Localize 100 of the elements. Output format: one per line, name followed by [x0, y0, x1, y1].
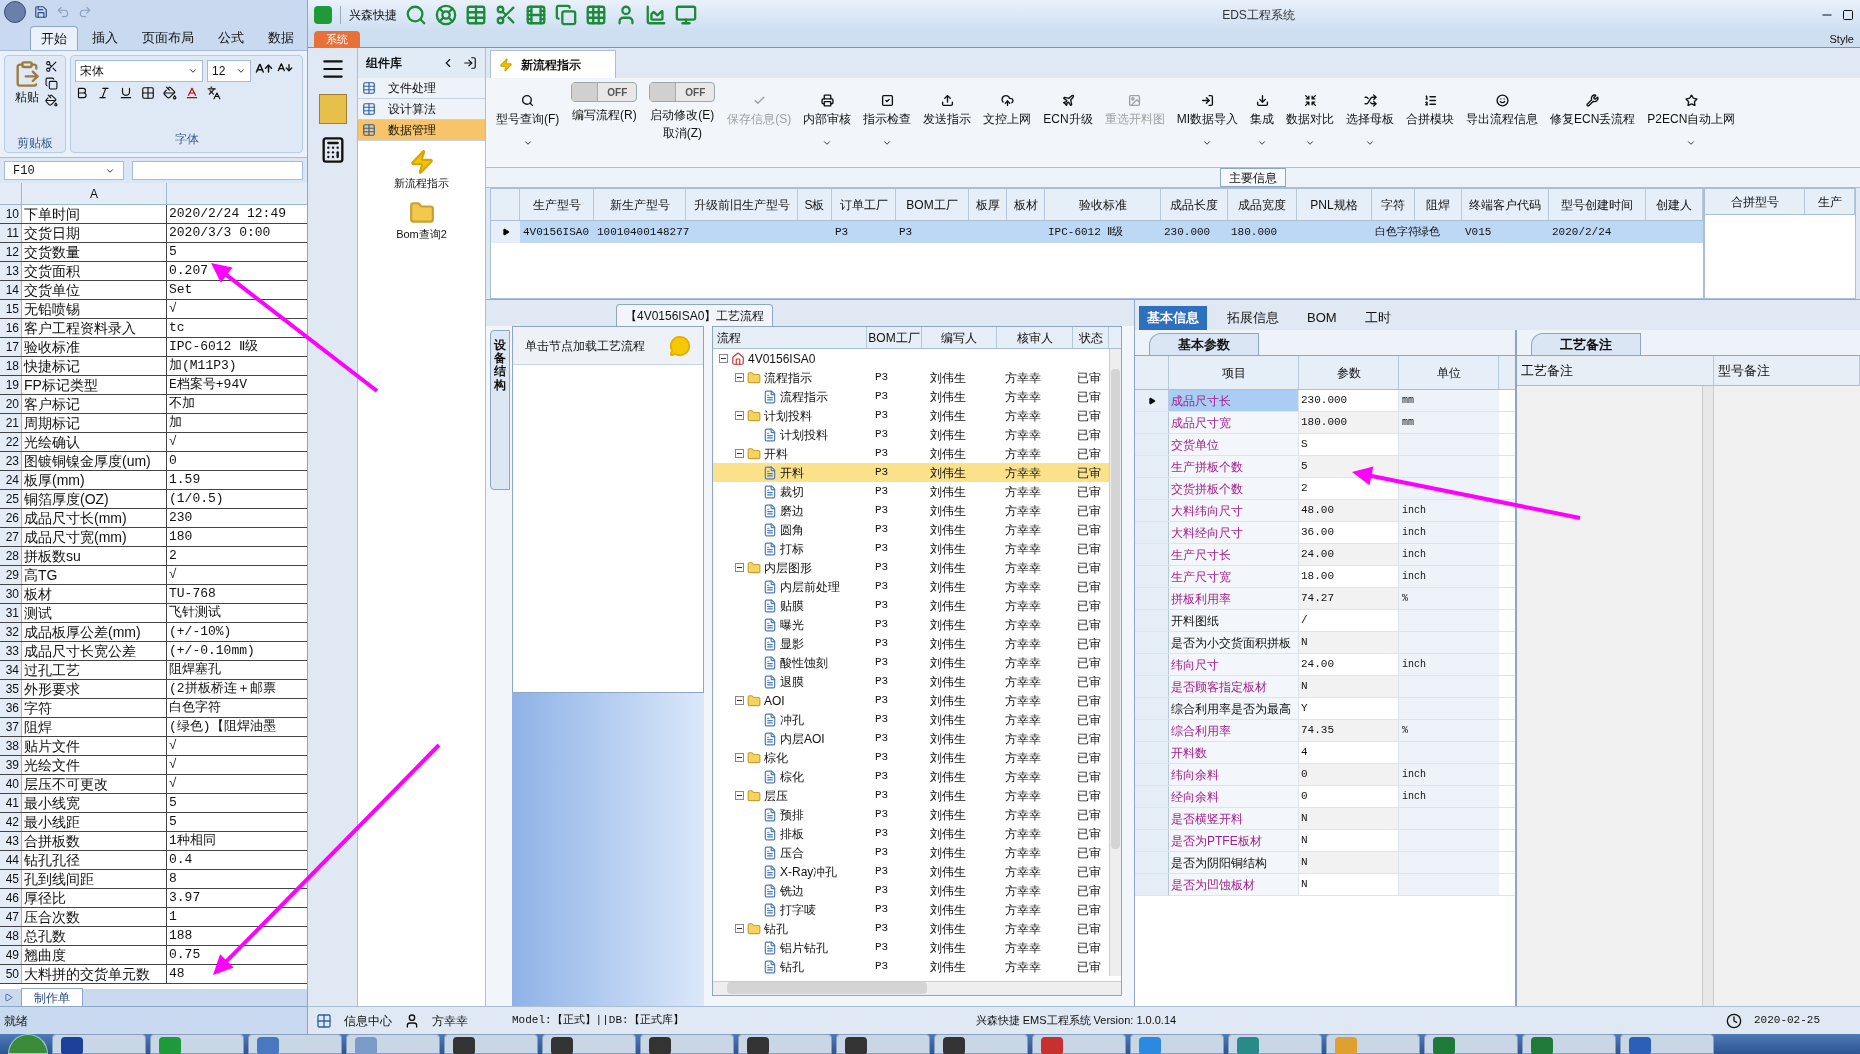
column-header[interactable]: S板	[798, 189, 832, 220]
tree-row[interactable]: 酸性蚀刻 P3 刘伟生 方幸幸 已审	[713, 653, 1109, 672]
tree-row[interactable]: 曝光 P3 刘伟生 方幸幸 已审	[713, 615, 1109, 634]
toolbar-button[interactable]: 数据对比	[1280, 82, 1340, 148]
film-icon[interactable]	[525, 4, 547, 26]
scissors-icon[interactable]	[495, 4, 517, 26]
tree-row[interactable]: 钻孔 P3 刘伟生 方幸幸 已审	[713, 919, 1109, 938]
table-row[interactable]: 4V0156ISA0 10010400148277 P3 P3 IPC-6012 Ⅱ级 230.000 180.000 白色字符绿色 V015 2020/2/24	[491, 221, 1703, 243]
tool-item[interactable]: Bom查询2	[396, 199, 447, 242]
table-row[interactable]: 大料纬向尺寸 48.00 inch	[1135, 500, 1515, 522]
toolbar-button[interactable]: 合拼模块	[1400, 82, 1460, 128]
column-header[interactable]: 板材	[1007, 189, 1045, 220]
tree-row[interactable]: 铣边 P3 刘伟生 方幸幸 已审	[713, 881, 1109, 900]
tree-row[interactable]: 排板 P3 刘伟生 方幸幸 已审	[713, 824, 1109, 843]
toolbar-button[interactable]: 发送指示	[917, 82, 978, 128]
sheet-tab[interactable]: 制作单	[21, 987, 83, 1008]
tree-row[interactable]: 显影 P3 刘伟生 方幸幸 已审	[713, 634, 1109, 653]
expander-icon[interactable]	[735, 696, 744, 705]
tree-row[interactable]: 磨边 P3 刘伟生 方幸幸 已审	[713, 501, 1109, 520]
table-row[interactable]: 开料图纸 /	[1135, 610, 1515, 632]
area-chart-icon[interactable]	[645, 4, 667, 26]
table-icon[interactable]	[465, 4, 487, 26]
tree-row[interactable]: 压合 P3 刘伟生 方幸幸 已审	[713, 843, 1109, 862]
column-header[interactable]: 验收标准	[1045, 189, 1161, 220]
table-row[interactable]: 是否为小交货面积拼板 N	[1135, 632, 1515, 654]
expander-icon[interactable]	[735, 563, 744, 572]
library-item[interactable]: 文件处理	[358, 78, 485, 99]
column-header[interactable]: 项目	[1169, 356, 1299, 389]
table-row[interactable]: 经向余料 0 inch	[1135, 786, 1515, 808]
tab[interactable]: 工艺备注	[1531, 333, 1641, 355]
tree-row[interactable]: 铝片钻孔 P3 刘伟生 方幸幸 已审	[713, 938, 1109, 957]
table-row[interactable]: 大料经向尺寸 36.00 inch	[1135, 522, 1515, 544]
toggle-switch[interactable]: OFF	[571, 82, 638, 102]
expander-icon[interactable]	[735, 411, 744, 420]
scrollbar[interactable]	[1109, 349, 1121, 976]
font-color-icon[interactable]	[185, 86, 199, 100]
grid-icon[interactable]	[316, 1012, 332, 1029]
fill-color-icon[interactable]	[163, 86, 177, 100]
copy-icon[interactable]	[44, 77, 58, 90]
column-header[interactable]: 成品宽度	[1228, 189, 1297, 220]
tree-row[interactable]: 预排 P3 刘伟生 方幸幸 已审	[713, 805, 1109, 824]
table-row[interactable]: 是否顾客指定板材 N	[1135, 676, 1515, 698]
tool-item[interactable]: 新流程指示	[394, 149, 449, 192]
expander-icon[interactable]	[735, 373, 744, 382]
bold-icon[interactable]	[75, 86, 89, 100]
tree-row[interactable]: 冲孔 P3 刘伟生 方幸幸 已审	[713, 710, 1109, 729]
tree-row[interactable]: 退膜 P3 刘伟生 方幸幸 已审	[713, 672, 1109, 691]
taskbar-button[interactable]	[1620, 1034, 1714, 1054]
table-row[interactable]: 纬向余料 0 inch	[1135, 764, 1515, 786]
tree-row[interactable]: 打字唛 P3 刘伟生 方幸幸 已审	[713, 900, 1109, 919]
toolbar-button[interactable]: 型号查询(F)	[490, 82, 566, 148]
tab[interactable]: 基本参数	[1149, 333, 1259, 355]
column-header[interactable]: 终端客户代码	[1462, 189, 1549, 220]
office-button[interactable]	[4, 1, 26, 23]
tree-row[interactable]: X-Ray冲孔 P3 刘伟生 方幸幸 已审	[713, 862, 1109, 881]
table-row[interactable]: 综合利用率 74.35 %	[1135, 720, 1515, 742]
toolbar-button[interactable]: MI数据导入	[1170, 82, 1244, 148]
table-row[interactable]: 生产拼板个数 5	[1135, 456, 1515, 478]
paste-label[interactable]: 粘贴	[14, 88, 39, 106]
tree-row[interactable]: 圆角 P3 刘伟生 方幸幸 已审	[713, 520, 1109, 539]
expander-icon[interactable]	[735, 924, 744, 933]
table-row[interactable]: 是否横竖开料 N	[1135, 808, 1515, 830]
tree-row[interactable]: 流程指示 P3 刘伟生 方幸幸 已审	[713, 368, 1109, 387]
tree-row[interactable]: 棕化 P3 刘伟生 方幸幸 已审	[713, 767, 1109, 786]
column-header[interactable]: 板厚	[969, 189, 1007, 220]
toggle-switch[interactable]: OFF	[649, 82, 716, 102]
column-header[interactable]: 创建人	[1646, 189, 1703, 220]
tab[interactable]: 基本信息	[1139, 306, 1207, 330]
table-row[interactable]: 是否为阴阳铜结构 N	[1135, 852, 1515, 874]
tab[interactable]: 拓展信息	[1219, 306, 1287, 330]
tree-row[interactable]: 流程指示 P3 刘伟生 方幸幸 已审	[713, 387, 1109, 406]
taskbar-button[interactable]	[738, 1034, 832, 1054]
column-header[interactable]: 工艺备注	[1517, 356, 1714, 385]
toolbar-button[interactable]: 选择母板	[1340, 82, 1400, 148]
tree-row[interactable]: AOI P3 刘伟生 方幸幸 已审	[713, 691, 1109, 710]
tree-row[interactable]: 层压 P3 刘伟生 方幸幸 已审	[713, 786, 1109, 805]
italic-icon[interactable]	[97, 86, 111, 100]
name-box[interactable]: F10	[4, 161, 124, 180]
toolbar-button[interactable]: ECN升级	[1037, 82, 1099, 128]
column-header[interactable]: 流程	[713, 327, 867, 348]
font-name-select[interactable]: 宋体	[75, 60, 203, 82]
table-row[interactable]: 是否为PTFE板材 N	[1135, 830, 1515, 852]
monitor-icon[interactable]	[675, 4, 697, 26]
cut-icon[interactable]	[44, 60, 58, 73]
expander-icon[interactable]	[735, 753, 744, 762]
table-row[interactable]: 纬向尺寸 24.00 inch	[1135, 654, 1515, 676]
column-header[interactable]: 订单工厂	[832, 189, 896, 220]
tree-row[interactable]: 开料 P3 刘伟生 方幸幸 已审	[713, 463, 1109, 482]
tree-row[interactable]: 内层图形 P3 刘伟生 方幸幸 已审	[713, 558, 1109, 577]
tree-row[interactable]: 钻孔 P3 刘伟生 方幸幸 已审	[713, 957, 1109, 976]
table-row[interactable]: 成品尺寸长 230.000 mm	[1135, 390, 1515, 412]
table-row[interactable]: 拼板利用率 74.27 %	[1135, 588, 1515, 610]
taskbar-button[interactable]	[542, 1034, 636, 1054]
font-size-select[interactable]: 12	[207, 60, 251, 82]
tree-row[interactable]: 开料 P3 刘伟生 方幸幸 已审	[713, 444, 1109, 463]
table-row[interactable]: 成品尺寸宽 180.000 mm	[1135, 412, 1515, 434]
column-header[interactable]: 编写人	[922, 327, 997, 348]
table-row[interactable]: 是否为凹蚀板材 N	[1135, 874, 1515, 896]
tree-row[interactable]: 4V0156ISA0	[713, 349, 1109, 368]
expander-icon[interactable]	[735, 791, 744, 800]
